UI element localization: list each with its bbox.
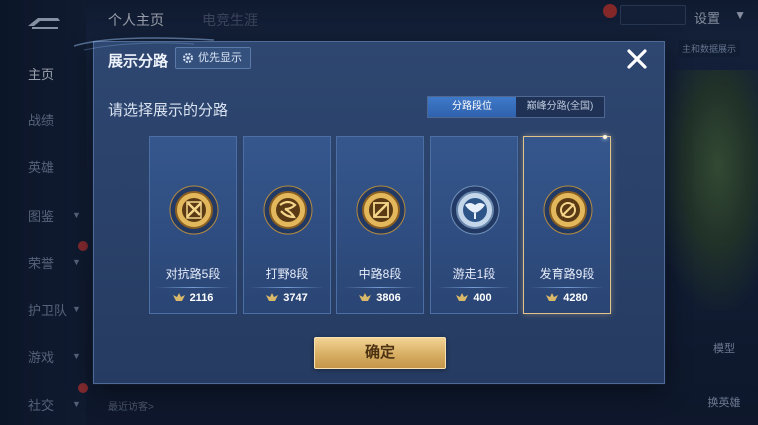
selection-spark [603, 135, 607, 139]
lane-card-mid[interactable]: 中路8段 3806 [336, 136, 424, 314]
modal-title: 展示分路 [108, 53, 169, 70]
lane-display-modal: 展示分路 优先显示 请选择展示的分路 分路段位 巅峰分路(全国) 对抗路5段 2… [74, 37, 665, 384]
score-wings-icon [546, 293, 559, 301]
lane-score-row: 4280 [524, 292, 610, 310]
lane-name: 打野8段 [265, 267, 309, 281]
gear-icon [183, 53, 193, 63]
score-wings-icon [359, 293, 372, 301]
score-wings-icon [266, 293, 279, 301]
priority-display-button[interactable]: 优先显示 [175, 47, 251, 69]
slash-icon [356, 185, 406, 235]
lane-cards: 对抗路5段 2116 打野8段 3747 中路8段 3806 游走1段 400 … [149, 135, 611, 314]
toggle-peak-lane[interactable]: 巅峰分路(全国) [516, 97, 604, 117]
card-divider [343, 287, 417, 288]
lane-score: 400 [473, 292, 492, 304]
lane-card-farm[interactable]: 发育路9段 4280 [523, 135, 611, 314]
priority-display-label: 优先显示 [198, 52, 242, 64]
lane-score-row: 2116 [150, 292, 236, 310]
card-divider [437, 287, 511, 288]
card-divider [156, 287, 230, 288]
lane-score: 3747 [283, 292, 308, 304]
sword-icon [169, 185, 219, 235]
lane-name: 发育路9段 [539, 267, 595, 281]
lane-card-roam[interactable]: 游走1段 400 [430, 136, 518, 314]
lane-score-row: 400 [431, 292, 517, 310]
score-wings-icon [172, 293, 185, 301]
lane-name: 中路8段 [358, 267, 402, 281]
lane-card-jungle[interactable]: 打野8段 3747 [243, 136, 331, 314]
confirm-button[interactable]: 确定 [314, 337, 446, 369]
target-icon [543, 185, 593, 235]
card-divider [250, 287, 324, 288]
lane-name: 对抗路5段 [165, 267, 221, 281]
close-icon[interactable] [622, 44, 652, 74]
card-divider [530, 287, 604, 288]
dragon-icon [263, 185, 313, 235]
lane-name: 游走1段 [452, 267, 496, 281]
ranking-type-toggle: 分路段位 巅峰分路(全国) [427, 96, 605, 118]
toggle-lane-rank[interactable]: 分路段位 [428, 97, 516, 117]
lane-score-row: 3747 [244, 292, 330, 310]
lane-score: 4280 [563, 292, 588, 304]
choose-lane-heading: 请选择展示的分路 [108, 102, 229, 119]
wings-icon [450, 185, 500, 235]
lane-score: 3806 [376, 292, 401, 304]
lane-score: 2116 [189, 292, 214, 304]
score-wings-icon [456, 293, 469, 301]
lane-score-row: 3806 [337, 292, 423, 310]
lane-card-top[interactable]: 对抗路5段 2116 [149, 136, 237, 314]
